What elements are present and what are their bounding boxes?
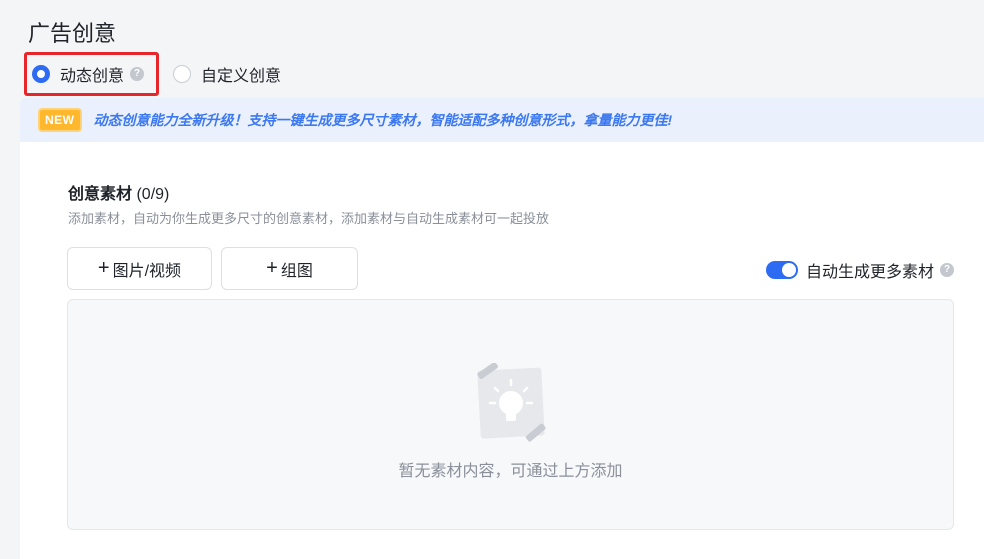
- radio-custom-creative-label: 自定义创意: [201, 68, 282, 85]
- radio-checked-icon[interactable]: [32, 65, 50, 83]
- plus-icon: +: [266, 257, 278, 279]
- ad-creative-page: 广告创意 动态创意 ? 自定义创意 NEW 动态创意能力全新升级！支持一键生成更…: [0, 0, 984, 559]
- banner-text: 动态创意能力全新升级！支持一键生成更多尺寸素材，智能适配多种创意形式，拿量能力更…: [93, 112, 673, 128]
- auto-generate-setting: 自动生成更多素材 ?: [765, 258, 954, 282]
- upgrade-banner: NEW 动态创意能力全新升级！支持一键生成更多尺寸素材，智能适配多种创意形式，拿…: [20, 98, 984, 142]
- radio-dynamic-creative[interactable]: 动态创意 ?: [24, 52, 160, 96]
- radio-custom-creative[interactable]: 自定义创意: [173, 52, 281, 96]
- add-group-label: 组图: [280, 262, 313, 280]
- add-media-label: 图片/视频: [112, 262, 182, 280]
- add-media-button[interactable]: + 图片/视频: [67, 247, 212, 290]
- radio-dynamic-creative-label: 动态创意: [60, 68, 125, 85]
- auto-generate-label: 自动生成更多素材: [805, 264, 934, 281]
- materials-drop-zone[interactable]: 暂无素材内容，可通过上方添加: [67, 299, 954, 530]
- question-icon[interactable]: ?: [130, 67, 145, 81]
- materials-count: (0/9): [136, 186, 170, 203]
- plus-icon: +: [97, 257, 110, 279]
- new-badge: NEW: [38, 108, 82, 132]
- materials-title-text: 创意素材: [68, 186, 133, 203]
- lightbulb-icon: [473, 362, 553, 450]
- creative-type-radio-group: 动态创意 ? 自定义创意: [24, 52, 281, 96]
- auto-generate-toggle[interactable]: [765, 261, 798, 279]
- question-icon[interactable]: ?: [940, 263, 954, 277]
- materials-title: 创意素材 (0/9): [68, 180, 169, 204]
- add-group-image-button[interactable]: + 组图: [221, 247, 358, 290]
- section-title: 广告创意: [28, 21, 117, 46]
- materials-card: 创意素材 (0/9) 添加素材，自动为你生成更多尺寸的创意素材，添加素材与自动生…: [20, 142, 984, 559]
- materials-description: 添加素材，自动为你生成更多尺寸的创意素材，添加素材与自动生成素材可一起投放: [68, 211, 550, 226]
- empty-state-text: 暂无素材内容，可通过上方添加: [398, 463, 623, 480]
- radio-unchecked-icon[interactable]: [173, 65, 192, 83]
